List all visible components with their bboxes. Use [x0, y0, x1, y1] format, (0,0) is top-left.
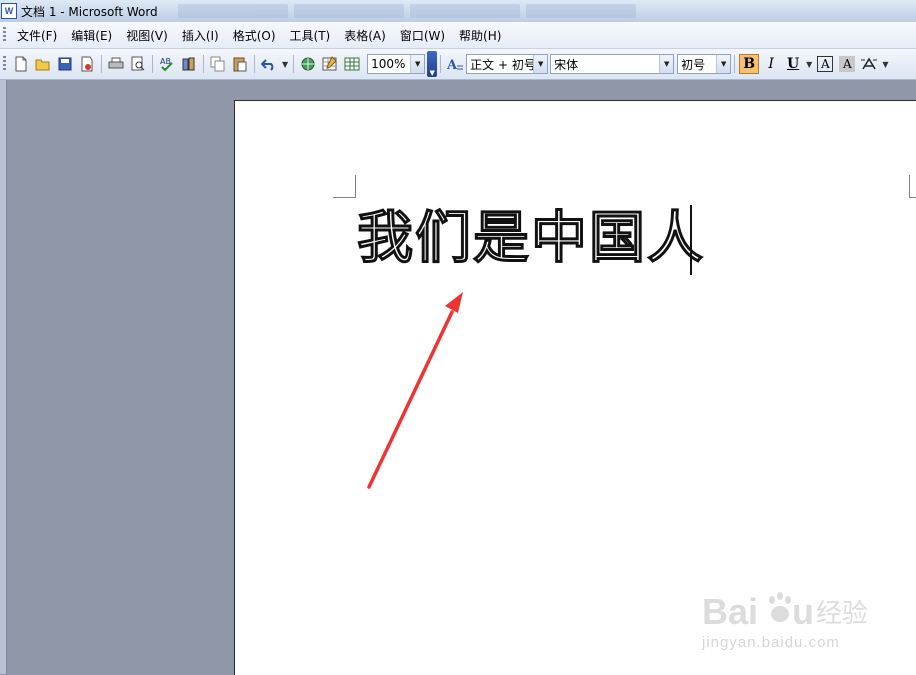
svg-text:Bai: Bai — [702, 591, 758, 632]
watermark-url: jingyan.baidu.com — [702, 634, 840, 651]
svg-text:经验: 经验 — [816, 599, 868, 629]
svg-text:u: u — [792, 591, 814, 632]
red-arrow-icon — [367, 292, 463, 489]
annotation-arrow-overlay — [367, 292, 463, 489]
